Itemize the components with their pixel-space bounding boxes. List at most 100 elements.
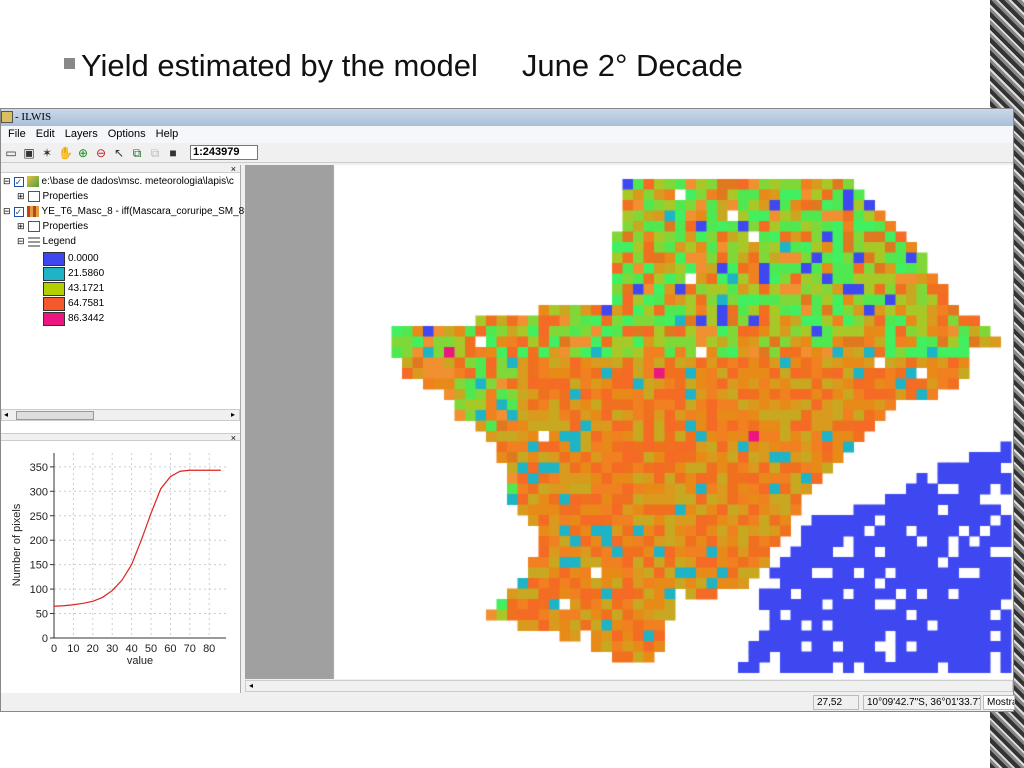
tree-properties-2[interactable]: ⊞ Properties	[17, 219, 88, 234]
x-tick-label: 80	[203, 643, 215, 655]
x-tick-label: 60	[164, 643, 176, 655]
y-axis-label: Number of pixels	[11, 503, 23, 586]
bullet-icon	[64, 58, 75, 70]
y-tick-label: 0	[42, 633, 48, 645]
layer-checkbox[interactable]: ✓	[13, 206, 24, 217]
status-cell: 27,52	[813, 695, 859, 710]
yield-raster-map[interactable]	[245, 165, 1013, 679]
hand-pan-icon[interactable]: ✋	[58, 146, 73, 160]
toolbar: ▭ ▣ ✶ ✋ ⊕ ⊖ ↖ ⧉ ⧉ ■ 1:243979	[1, 143, 1013, 163]
tree-properties-1[interactable]: ⊞ Properties	[17, 189, 88, 204]
y-tick-label: 50	[36, 609, 48, 621]
layer-checkbox[interactable]: ✓	[13, 176, 24, 187]
map-view[interactable]	[245, 165, 1013, 679]
x-tick-label: 10	[67, 643, 79, 655]
legend-swatch	[43, 251, 65, 266]
properties-label: Properties	[42, 191, 89, 202]
map-horizontal-scrollbar[interactable]: ◂	[245, 680, 1013, 692]
scroll-thumb[interactable]	[16, 411, 94, 420]
series-line	[53, 469, 221, 607]
expand-icon[interactable]: ⊞	[17, 221, 25, 232]
collapse-icon[interactable]: ⊟	[3, 206, 11, 217]
legend-swatch	[43, 266, 65, 281]
x-axis-label: value	[127, 655, 153, 667]
legend-label: Legend	[42, 236, 76, 247]
legend-item: 21.5860	[43, 266, 104, 281]
collapse-icon[interactable]: ⊟	[3, 176, 11, 187]
y-tick-label: 300	[30, 486, 48, 498]
status-coordinates: 10°09'42.7"S, 36°01'33.77"	[863, 695, 981, 710]
menu-file[interactable]: File	[3, 126, 31, 143]
scale-input[interactable]: 1:243979	[190, 145, 258, 160]
scroll-left-icon[interactable]: ◂	[4, 410, 8, 419]
layer-panel: × ⊟ ✓ e:\base de dados\msc. meteorologia\l…	[1, 165, 250, 695]
status-mode: Mostra	[983, 695, 1015, 710]
raster-layer-icon	[26, 206, 39, 217]
legend-value: 0.0000	[68, 253, 99, 264]
menu-edit[interactable]: Edit	[31, 126, 60, 143]
legend-swatch	[43, 311, 65, 326]
close-icon[interactable]: ×	[231, 433, 236, 443]
slide-subtitle: June 2° Decade	[521, 48, 743, 83]
x-tick-label: 40	[125, 643, 137, 655]
collapse-icon[interactable]: ⊟	[17, 236, 25, 247]
panel-header: ×	[1, 165, 240, 174]
slide-title: Yield estimated by the model June 2° Deca…	[64, 48, 743, 84]
menu-help[interactable]: Help	[151, 126, 184, 143]
layer-tree: ⊟ ✓ e:\base de dados\msc. meteorologia\lap…	[1, 173, 250, 409]
properties-icon	[27, 221, 40, 232]
app-icon	[1, 111, 13, 123]
layer-name: YE_T6_Masc_8 - iff(Mascara_coruripe_SM_8…	[41, 206, 251, 217]
histogram-chart: 0 10 20 30 40 50 60 70 80 0 50 100 150 200 250 300 350 va…	[11, 453, 226, 667]
status-bar: 27,52 10°09'42.7"S, 36°01'33.77" Mostra	[1, 693, 1015, 711]
x-tick-label: 70	[184, 643, 196, 655]
ilwis-window: - ILWIS File Edit Layers Options Help ▭ …	[0, 108, 1015, 712]
pan-star-icon[interactable]: ✶	[40, 146, 54, 160]
y-tick-label: 100	[30, 584, 48, 596]
legend-item: 64.7581	[43, 296, 104, 311]
y-tick-label: 150	[30, 560, 48, 572]
menu-options[interactable]: Options	[103, 126, 151, 143]
scroll-right-icon[interactable]: ▸	[231, 410, 235, 419]
legend-item: 43.1721	[43, 281, 104, 296]
legend-item: 0.0000	[43, 251, 99, 266]
tree-legend[interactable]: ⊟ Legend	[17, 234, 76, 249]
zoom-out-icon[interactable]: ⊖	[94, 146, 108, 160]
tree-layer-2[interactable]: ⊟ ✓ YE_T6_Masc_8 - iff(Mascara_coruripe_SM…	[3, 204, 250, 219]
menu-bar: File Edit Layers Options Help	[1, 126, 1013, 143]
remove-layer-icon[interactable]: ⧉	[148, 146, 162, 160]
tree-horizontal-scrollbar[interactable]: ◂ ▸	[1, 409, 240, 421]
layer-name: e:\base de dados\msc. meteorologia\lapis…	[41, 176, 234, 187]
x-tick-label: 20	[87, 643, 99, 655]
x-tick-label: 50	[145, 643, 157, 655]
legend-value: 21.5860	[68, 268, 105, 279]
legend-value: 86.3442	[68, 313, 105, 324]
window-title: - ILWIS	[15, 111, 52, 123]
legend-swatch	[43, 296, 65, 311]
tree-layer-1[interactable]: ⊟ ✓ e:\base de dados\msc. meteorologia\lap…	[3, 174, 234, 189]
display-icon[interactable]: ▣	[22, 146, 36, 160]
y-tick-label: 350	[30, 462, 48, 474]
y-tick-label: 200	[30, 535, 48, 547]
select-pointer-icon[interactable]: ↖	[112, 146, 126, 160]
save-icon[interactable]: ■	[166, 146, 180, 160]
expand-icon[interactable]: ⊞	[17, 191, 25, 202]
legend-icon	[27, 236, 40, 247]
legend-value: 64.7581	[68, 298, 105, 309]
title-bar: - ILWIS	[1, 109, 1013, 126]
slide-title-text: Yield estimated by the model	[81, 48, 478, 83]
scroll-left-icon[interactable]: ◂	[249, 681, 253, 690]
histogram-panel-header: ×	[1, 433, 240, 443]
new-map-icon[interactable]: ▭	[4, 146, 18, 160]
add-layer-icon[interactable]: ⧉	[130, 146, 144, 160]
x-tick-label: 30	[106, 643, 118, 655]
legend-swatch	[43, 281, 65, 296]
x-tick-label: 0	[51, 643, 57, 655]
y-tick-label: 250	[30, 511, 48, 523]
legend-item: 86.3442	[43, 311, 104, 326]
zoom-in-icon[interactable]: ⊕	[76, 146, 90, 160]
properties-icon	[27, 191, 40, 202]
properties-label: Properties	[42, 221, 89, 232]
menu-layers[interactable]: Layers	[60, 126, 103, 143]
legend-value: 43.1721	[68, 283, 105, 294]
